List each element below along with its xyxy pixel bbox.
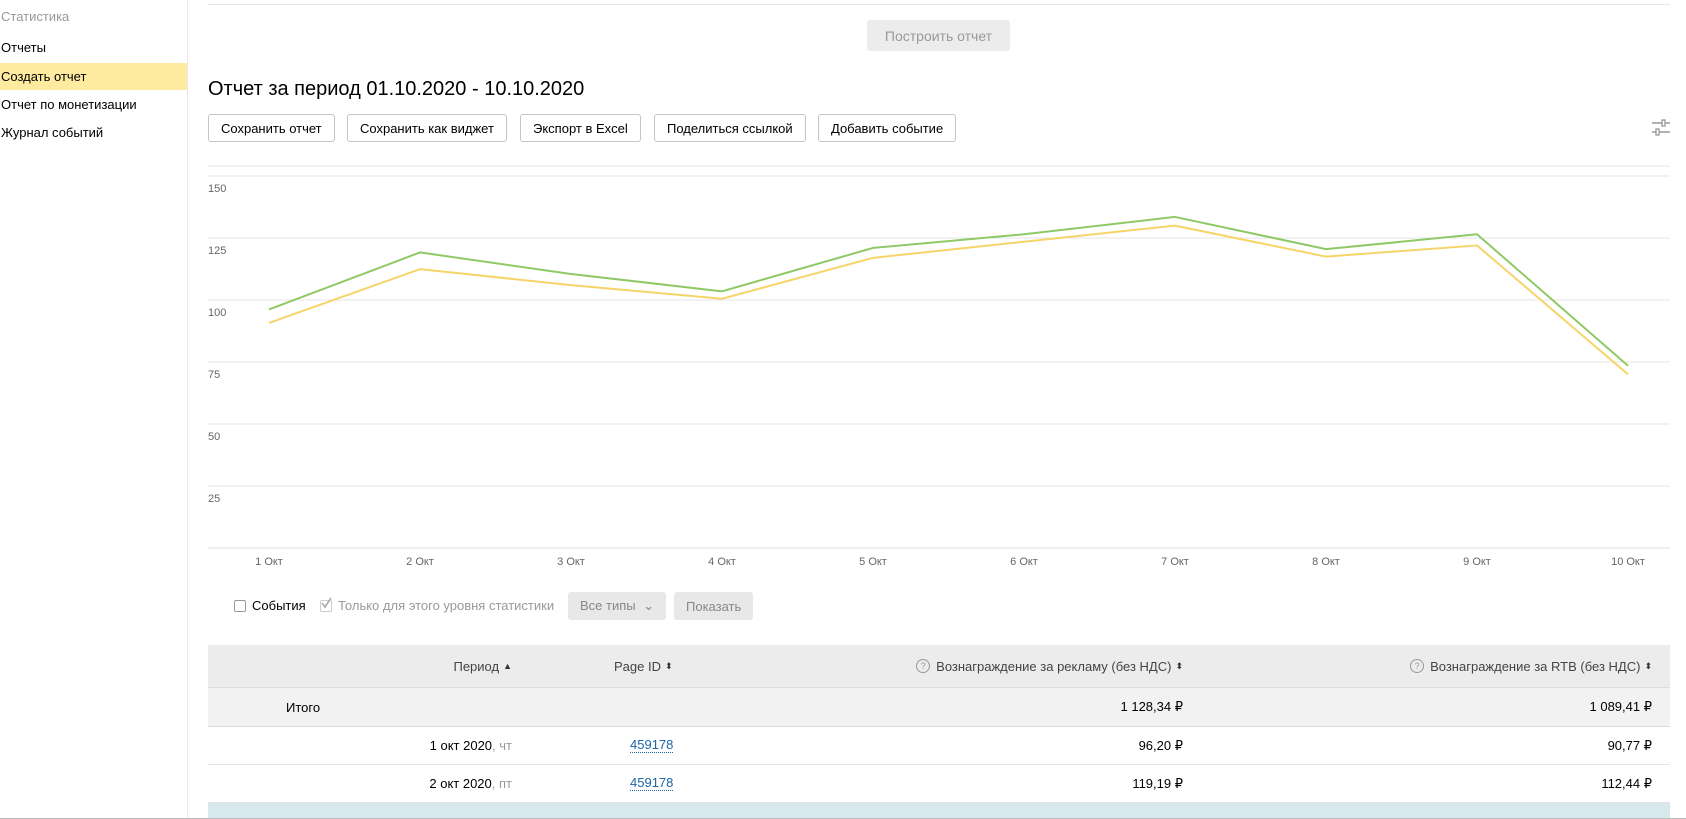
series-line — [268, 215, 1629, 367]
line-chart: 150 125 100 75 50 25 1 Окт 2 Окт 3 Окт 4 Окт 5 Ок… — [208, 165, 1670, 568]
sort-asc-icon: ▲ — [503, 661, 512, 671]
x-tick-label: 4 Окт — [708, 556, 736, 568]
sidebar-item-create-report[interactable]: Создать отчет — [0, 63, 187, 90]
save-report-button[interactable]: Сохранить отчет — [208, 114, 335, 142]
event-types-dropdown[interactable]: Все типы ⌄ — [568, 592, 667, 620]
sidebar-title: Статистика — [1, 9, 70, 24]
total-reward-rtb: 1 089,41 ₽ — [1589, 699, 1653, 714]
table-row-partial — [208, 803, 1670, 819]
row-date: 1 окт 2020 — [429, 738, 493, 753]
divider — [208, 4, 1670, 5]
row-page-id[interactable]: 459178 — [630, 727, 674, 764]
column-header-reward-ads[interactable]: ? Вознаграждение за рекламу (без НДС) ⬍ — [916, 645, 1183, 687]
table-header-row: Период ▲ Page ID ⬍ ? Вознаграждение за р… — [208, 645, 1670, 688]
help-icon[interactable]: ? — [916, 659, 931, 673]
x-tick-label: 5 Окт — [859, 556, 887, 568]
row-reward-rtb: 112,44 ₽ — [1601, 775, 1652, 791]
y-tick-label: 150 — [208, 183, 226, 195]
chevron-down-icon: ⌄ — [643, 598, 655, 613]
row-weekday: , пт — [491, 776, 512, 791]
column-header-period[interactable]: Период ▲ — [453, 645, 512, 687]
sort-icon: ⬍ — [664, 660, 673, 671]
x-tick-label: 8 Окт — [1312, 556, 1340, 568]
column-header-period-label: Период — [453, 658, 500, 674]
y-tick-label: 50 — [208, 431, 220, 443]
column-header-reward-rtb-label: Вознаграждение за RTB (без НДС) — [1430, 658, 1641, 674]
event-types-dropdown-label: Все типы — [580, 598, 636, 613]
settings-sliders-icon[interactable] — [1650, 117, 1672, 139]
sort-icon: ⬍ — [1175, 660, 1183, 671]
column-header-page-id[interactable]: Page ID ⬍ — [614, 645, 673, 687]
events-checkbox-label: События — [252, 598, 306, 613]
table-row: 1 окт 2020, чт 459178 96,20 ₽ 90,77 ₽ — [208, 727, 1670, 765]
y-tick-label: 100 — [208, 307, 226, 319]
report-title: Отчет за период 01.10.2020 - 10.10.2020 — [208, 78, 585, 100]
sidebar-item-event-log[interactable]: Журнал событий — [0, 119, 187, 146]
row-period: 2 окт 2020, пт — [429, 765, 512, 802]
x-tick-label: 7 Окт — [1161, 556, 1189, 568]
y-tick-label: 75 — [208, 369, 220, 381]
row-date: 2 окт 2020 — [429, 776, 492, 791]
only-level-label: Только для этого уровня статистики — [338, 598, 555, 613]
add-event-button[interactable]: Добавить событие — [818, 114, 957, 142]
x-tick-label: 1 Окт — [255, 556, 283, 568]
help-icon[interactable]: ? — [1410, 659, 1425, 673]
row-period: 1 окт 2020, чт — [430, 727, 512, 764]
sidebar-item-monetization-report[interactable]: Отчет по монетизации — [0, 91, 187, 118]
sidebar-item-reports[interactable]: Отчеты — [0, 34, 187, 61]
y-tick-label: 25 — [208, 493, 220, 505]
x-tick-label: 3 Окт — [557, 556, 585, 568]
column-header-page-id-label: Page ID — [614, 658, 661, 674]
sidebar: Статистика Отчеты Создать отчет Отчет по… — [0, 0, 188, 819]
row-reward-ads: 96,20 ₽ — [1138, 737, 1183, 753]
only-level-checkbox[interactable] — [320, 597, 332, 612]
main-content: Построить отчет Отчет за период 01.10.20… — [188, 0, 1686, 819]
x-tick-label: 10 Окт — [1611, 556, 1645, 568]
checkmark-icon — [321, 597, 332, 609]
column-header-reward-ads-label: Вознаграждение за рекламу (без НДС) — [936, 658, 1172, 674]
total-reward-ads: 1 128,34 ₽ — [1120, 699, 1184, 714]
row-page-id[interactable]: 459178 — [630, 765, 674, 802]
events-bar: События Только для этого уровня статисти… — [188, 592, 1686, 620]
y-tick-label: 125 — [208, 245, 226, 257]
page-id-link[interactable]: 459178 — [630, 776, 674, 791]
total-label: Итого — [286, 699, 321, 715]
x-tick-label: 2 Окт — [406, 556, 434, 568]
save-as-widget-button[interactable]: Сохранить как виджет — [347, 114, 507, 142]
table-total-row: Итого 1 128,34 ₽ 1 089,41 ₽ — [208, 688, 1670, 727]
events-checkbox[interactable] — [234, 600, 246, 612]
show-events-button[interactable]: Показать — [674, 592, 754, 620]
row-weekday: , чт — [492, 738, 512, 753]
x-tick-label: 9 Окт — [1463, 556, 1491, 568]
build-report-button[interactable]: Построить отчет — [867, 20, 1010, 51]
x-tick-label: 6 Окт — [1010, 556, 1038, 568]
row-reward-ads: 119,19 ₽ — [1132, 775, 1183, 791]
export-excel-button[interactable]: Экспорт в Excel — [520, 114, 641, 142]
row-reward-rtb: 90,77 ₽ — [1607, 737, 1652, 753]
column-header-reward-rtb[interactable]: ? Вознаграждение за RTB (без НДС) ⬍ — [1410, 645, 1652, 687]
page-id-link[interactable]: 459178 — [630, 738, 674, 753]
table-row: 2 окт 2020, пт 459178 119,19 ₽ 112,44 ₽ — [208, 765, 1670, 803]
share-link-button[interactable]: Поделиться ссылкой — [654, 114, 806, 142]
sort-icon: ⬍ — [1644, 660, 1652, 671]
